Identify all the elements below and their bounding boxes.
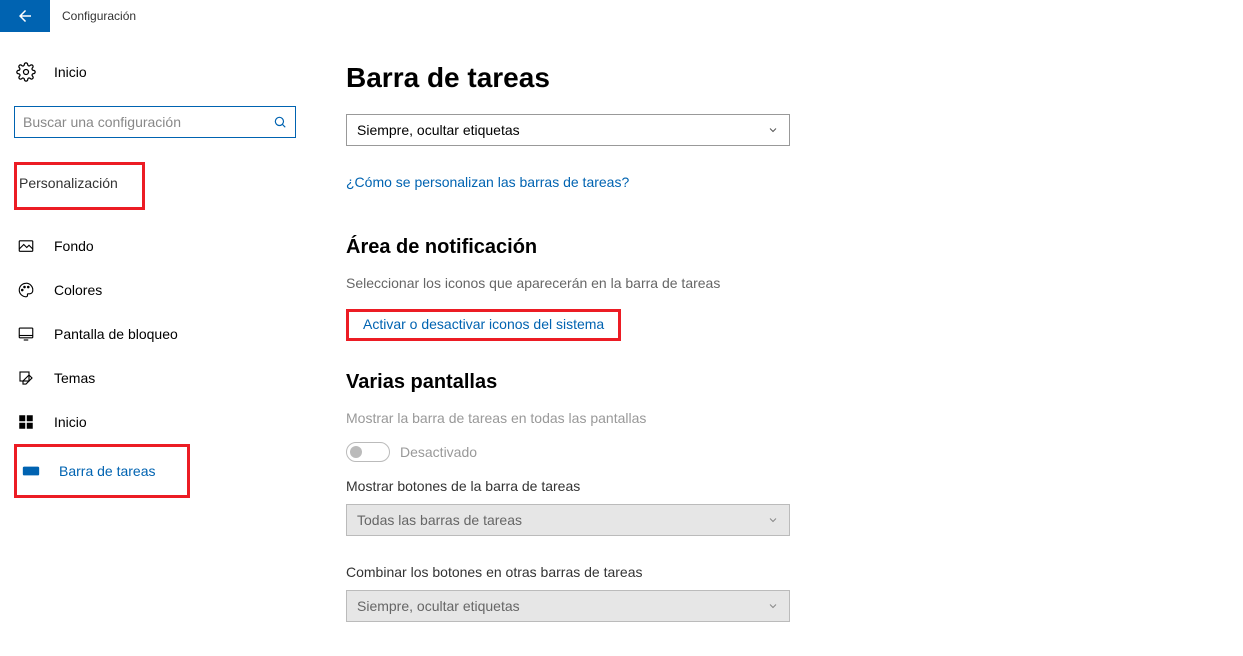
sidebar-item-label: Fondo [54,238,94,254]
combine-other-label: Combinar los botones en otras barras de … [346,564,1243,580]
sidebar-item-fondo[interactable]: Fondo [14,224,296,268]
home-button[interactable]: Inicio [14,56,296,88]
link-customize-taskbar[interactable]: ¿Cómo se personalizan las barras de tare… [346,174,629,190]
palette-icon [16,280,36,300]
page-title: Barra de tareas [346,62,1243,94]
gear-icon [16,62,36,82]
highlight-section: Personalización [14,162,145,210]
chevron-down-icon [767,600,779,612]
notification-desc: Seleccionar los iconos que aparecerán en… [346,275,1243,291]
toggle-state-label: Desactivado [400,444,477,460]
select-value: Siempre, ocultar etiquetas [357,122,520,138]
sidebar-item-label: Colores [54,282,102,298]
chevron-down-icon [767,124,779,136]
combine-other-select: Siempre, ocultar etiquetas [346,590,790,622]
section-notification-area: Área de notificación [346,236,1243,259]
select-value: Siempre, ocultar etiquetas [357,598,520,614]
arrow-left-icon [16,7,34,25]
chevron-down-icon [767,514,779,526]
home-label: Inicio [54,64,87,80]
title-bar: Configuración [0,0,1243,32]
sidebar-item-label: Temas [54,370,95,386]
sidebar-item-inicio[interactable]: Inicio [14,400,296,444]
sidebar-section-label: Personalización [17,165,120,201]
search-icon [273,115,287,129]
search-input-container[interactable] [14,106,296,138]
start-icon [16,412,36,432]
sidebar-item-label: Barra de tareas [59,463,156,479]
toggle-show-on-all: Desactivado [346,442,1243,462]
highlight-sidebar-item: Barra de tareas [14,444,190,498]
themes-icon [16,368,36,388]
sidebar-item-pantalla-bloqueo[interactable]: Pantalla de bloqueo [14,312,296,356]
app-title: Configuración [62,9,136,23]
sidebar-item-label: Inicio [54,414,87,430]
sidebar-item-temas[interactable]: Temas [14,356,296,400]
taskbar-icon [21,461,41,481]
sidebar-item-label: Pantalla de bloqueo [54,326,178,342]
link-system-icons[interactable]: Activar o desactivar iconos del sistema [363,316,604,332]
highlight-link: Activar o desactivar iconos del sistema [346,309,621,341]
multi-desc: Mostrar la barra de tareas en todas las … [346,410,1243,426]
sidebar-item-colores[interactable]: Colores [14,268,296,312]
back-button[interactable] [0,0,50,32]
buttons-location-label: Mostrar botones de la barra de tareas [346,478,1243,494]
select-value: Todas las barras de tareas [357,512,522,528]
lockscreen-icon [16,324,36,344]
main-content: Barra de tareas Siempre, ocultar etiquet… [310,32,1243,650]
sidebar-item-barra-tareas[interactable]: Barra de tareas [19,449,175,493]
search-input[interactable] [23,114,273,130]
section-multiple-displays: Varias pantallas [346,371,1243,394]
image-icon [16,236,36,256]
sidebar: Inicio Personalización Fondo Colores [0,32,310,650]
buttons-location-select: Todas las barras de tareas [346,504,790,536]
combine-top-select[interactable]: Siempre, ocultar etiquetas [346,114,790,146]
toggle-switch [346,442,390,462]
